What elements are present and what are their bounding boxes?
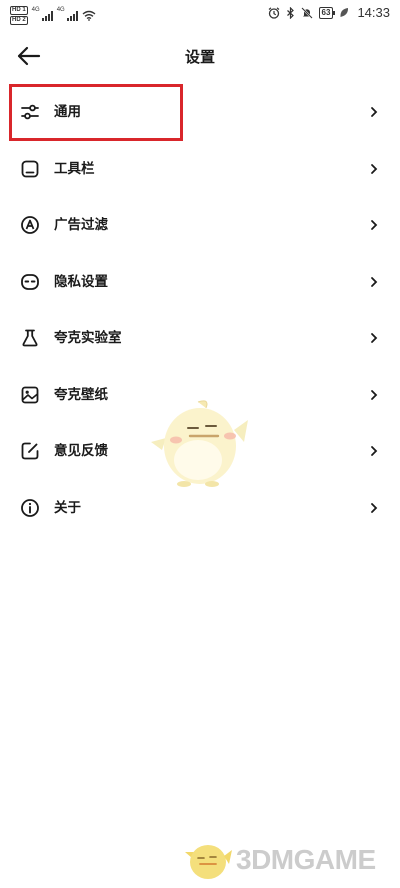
chevron-right-icon [371, 276, 378, 287]
settings-item-label: 隐私设置 [54, 273, 108, 290]
chevron-right-icon [371, 446, 378, 456]
hd2-badge: HD 2 [10, 16, 28, 25]
settings-item-label: 关于 [54, 499, 81, 516]
toolbar-icon [21, 160, 39, 177]
settings-item-toolbar[interactable]: 工具栏 [0, 141, 400, 198]
info-icon [21, 498, 39, 517]
settings-item-lab[interactable]: 夸克实验室 [0, 310, 400, 367]
settings-item-ad-filter[interactable]: 广告过滤 [0, 197, 400, 254]
flask-icon [22, 329, 38, 347]
network-label-1: 4G [31, 7, 40, 13]
chevron-right-icon [371, 107, 378, 117]
signal-icon [41, 10, 53, 21]
sliders-icon [21, 104, 39, 120]
ad-filter-icon [21, 216, 39, 234]
chevron-right-icon [371, 333, 378, 343]
status-bar-right: 63 14:33 [268, 5, 390, 20]
settings-item-label: 夸克实验室 [54, 330, 122, 346]
settings-item-label: 意见反馈 [54, 443, 108, 459]
settings-item-label: 夸克壁纸 [54, 386, 108, 403]
chevron-right-icon [371, 389, 378, 400]
chevron-right-icon [371, 163, 378, 174]
alarm-icon [268, 6, 279, 19]
settings-item-label: 广告过滤 [54, 217, 108, 233]
hd-indicators: HD 1 HD 2 [10, 6, 28, 25]
hd1-badge: HD 1 [10, 6, 28, 15]
clock: 14:33 [357, 5, 390, 20]
battery-indicator: 63 [318, 6, 336, 19]
mascot-illustration [151, 400, 248, 487]
watermark-mascot-icon [185, 845, 232, 879]
status-bar: HD 1 HD 2 4G 4G 63 14:33 [0, 0, 400, 28]
settings-item-label: 工具栏 [54, 160, 95, 177]
chevron-right-icon [371, 220, 378, 230]
watermark: 3DMGAME [184, 836, 394, 884]
image-icon [21, 386, 39, 403]
settings-item-general[interactable]: 通用 [0, 84, 400, 141]
watermark-text: 3DMGAME [236, 844, 376, 875]
page-title: 设置 [184, 48, 215, 66]
privacy-mask-icon [21, 273, 39, 290]
wifi-icon [82, 10, 96, 21]
settings-item-privacy[interactable]: 隐私设置 [0, 254, 400, 311]
network-label-2: 4G [56, 7, 65, 13]
edit-icon [21, 442, 39, 460]
leaf-icon [340, 8, 349, 17]
status-bar-left: HD 1 HD 2 4G 4G [10, 6, 96, 25]
mute-bell-icon [300, 6, 313, 19]
settings-item-label: 通用 [54, 104, 81, 120]
bluetooth-icon [286, 6, 294, 19]
signal-icon [66, 10, 78, 21]
header-bar: 设置 [0, 36, 400, 76]
chevron-right-icon [371, 502, 378, 513]
